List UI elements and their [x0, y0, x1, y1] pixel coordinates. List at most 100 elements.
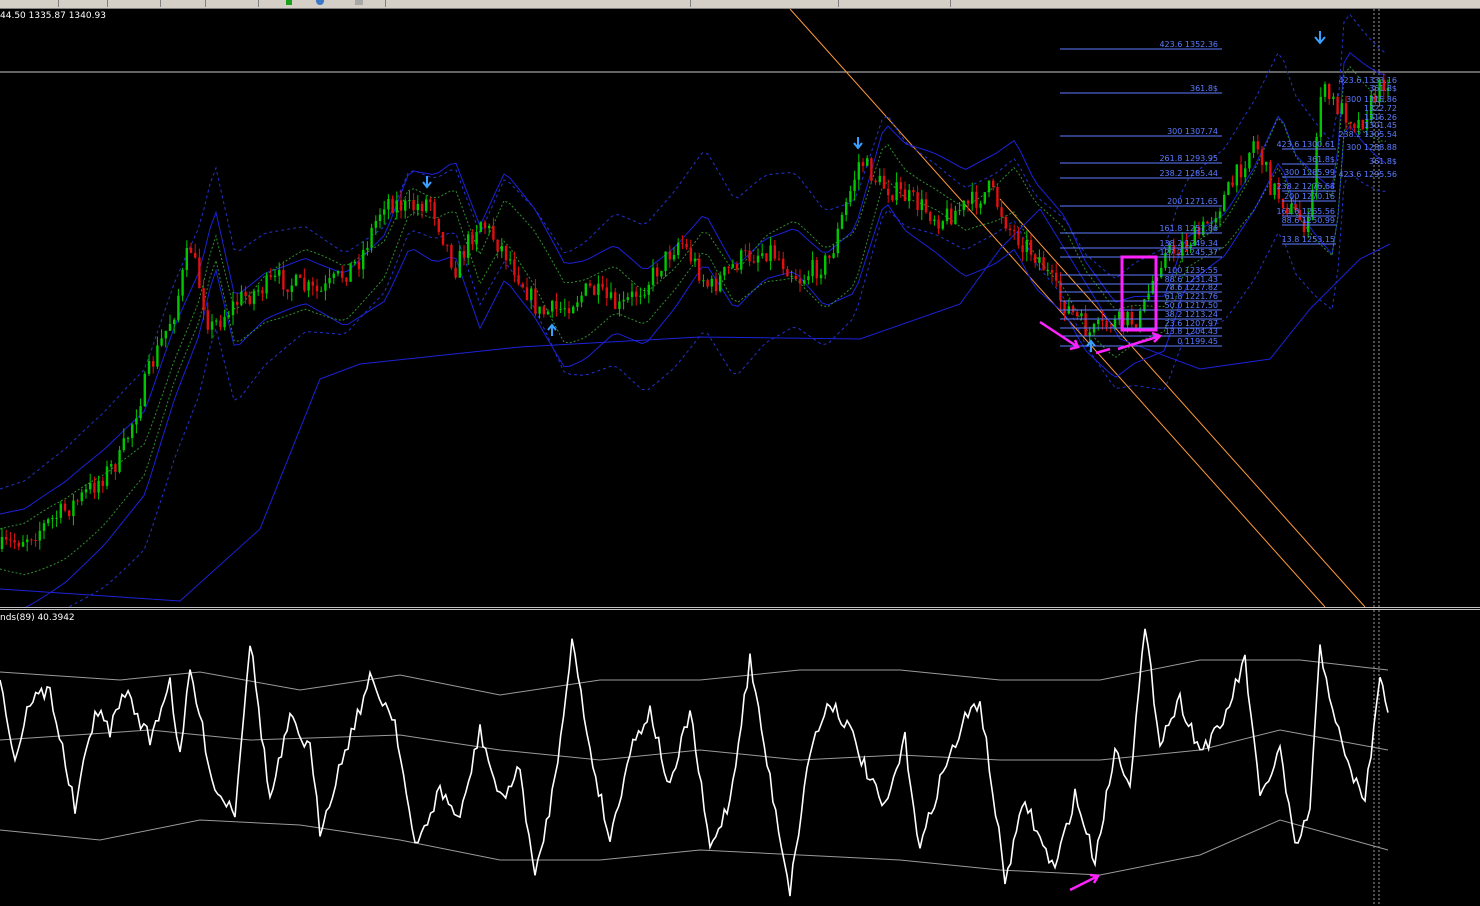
- candle-body: [1353, 123, 1356, 129]
- candle-body: [916, 192, 919, 211]
- candle-body: [521, 283, 524, 288]
- candle-body: [143, 373, 146, 407]
- candle-body: [1349, 122, 1352, 124]
- candle-body: [479, 222, 482, 232]
- candle-body: [1223, 194, 1226, 212]
- sell-arrow-icon[interactable]: [422, 176, 432, 189]
- fibonacci-levels-right[interactable]: 423.6 1300.61 361.8$ 300 1285.99 238.2 1…: [1276, 140, 1335, 244]
- price-chart-canvas[interactable]: 423.6 1352.36 361.8$ 300 1307.74 261.8 1…: [0, 9, 1480, 607]
- candle-body: [1055, 272, 1058, 281]
- candle-body: [215, 320, 218, 322]
- candle-body: [152, 361, 155, 367]
- candle-body: [147, 361, 151, 374]
- candle-body: [286, 289, 289, 292]
- sell-arrow-icon[interactable]: [853, 137, 863, 150]
- indicator-pane[interactable]: nds(89) 40.3942: [0, 610, 1480, 906]
- fibo-label: 138.2 1249.34: [1159, 239, 1218, 248]
- oscillator-band: [0, 659, 1389, 696]
- candle-body: [131, 424, 134, 438]
- candle-body: [1260, 149, 1264, 165]
- candle-body: [765, 253, 768, 262]
- sell-arrow-icon[interactable]: [1314, 31, 1326, 45]
- candle-body: [933, 219, 936, 222]
- fibo-label: 100 1235.55: [1167, 266, 1218, 275]
- candle-body: [341, 271, 344, 278]
- candle-body: [509, 259, 512, 261]
- toolbar-globe-icon[interactable]: [316, 0, 324, 5]
- candle-body: [194, 252, 197, 258]
- candle-body: [269, 275, 272, 278]
- candle-body: [1323, 84, 1327, 97]
- candle-body: [832, 253, 835, 258]
- candle-body: [160, 338, 163, 346]
- candle-body: [189, 248, 193, 253]
- candle-body: [878, 175, 881, 183]
- indicator-canvas[interactable]: [0, 610, 1480, 906]
- toolbar-separator: [107, 0, 108, 7]
- candle-body: [1340, 103, 1343, 115]
- candle-body: [971, 191, 974, 204]
- candle-body: [1227, 182, 1230, 195]
- candle-body: [80, 492, 83, 502]
- candle-body: [891, 195, 894, 201]
- fibonacci-levels-far-right[interactable]: 423.6 1333.16 361.8$ 300 1315.86 238.2 1…: [1338, 76, 1397, 179]
- candle-body: [450, 244, 453, 268]
- candle-body: [173, 319, 176, 325]
- candle-body: [51, 518, 54, 520]
- candle-body: [1130, 311, 1133, 325]
- candle-body: [97, 480, 100, 493]
- candle-body: [34, 540, 37, 542]
- candle-body: [9, 539, 12, 541]
- candle-body: [815, 260, 818, 279]
- candle-body: [681, 242, 684, 244]
- candle-body: [756, 255, 760, 263]
- candle-body: [299, 274, 302, 278]
- candle-body: [1038, 257, 1041, 263]
- fibo-label: 1301.45: [1364, 121, 1397, 130]
- candle-body: [118, 450, 121, 472]
- toolbar-print-icon[interactable]: [355, 0, 363, 5]
- candle-body: [1231, 182, 1234, 186]
- candle-body: [895, 182, 898, 201]
- candle-body: [660, 271, 663, 277]
- long-band-lower: [0, 208, 1041, 602]
- candle-body: [257, 290, 260, 292]
- toolbar-green-icon[interactable]: [286, 0, 292, 5]
- fibo-label: 0 1199.45: [1177, 337, 1218, 346]
- fibonacci-levels-left[interactable]: 423.6 1352.36 361.8$ 300 1307.74 261.8 1…: [1159, 40, 1218, 346]
- candle-body: [1239, 164, 1243, 178]
- candle-body: [59, 503, 62, 518]
- candle-body: [1080, 313, 1083, 317]
- buy-arrow-icon[interactable]: [547, 323, 557, 336]
- candle-body: [836, 228, 839, 254]
- candle-body: [181, 269, 184, 296]
- candle-body: [601, 283, 604, 288]
- candle-body: [992, 180, 995, 188]
- candle-body: [441, 231, 445, 245]
- candle-body: [168, 324, 172, 331]
- candle-body: [76, 500, 79, 502]
- candle-body: [1344, 103, 1348, 123]
- candle-body: [567, 308, 571, 314]
- candle-body: [311, 281, 314, 286]
- candle-body: [17, 542, 20, 547]
- candle-body: [26, 539, 29, 543]
- oscillator-line: [0, 628, 1389, 897]
- candle-body: [21, 542, 25, 547]
- candle-body: [206, 310, 209, 330]
- candle-body: [248, 296, 251, 304]
- candle-body: [223, 317, 226, 328]
- fibo-label: 161.8 1265.56: [1276, 207, 1335, 216]
- candle-body: [5, 537, 8, 540]
- candle-body: [752, 261, 755, 263]
- candle-body: [929, 212, 932, 222]
- candle-body: [38, 530, 41, 541]
- price-chart-pane[interactable]: 423.6 1352.36 361.8$ 300 1307.74 261.8 1…: [0, 9, 1480, 607]
- annotation-arrow-icon[interactable]: [1095, 347, 1111, 355]
- annotation-arrow-icon[interactable]: [1069, 873, 1101, 892]
- candle-body: [912, 190, 915, 193]
- candle-body: [374, 220, 377, 228]
- candle-body: [399, 200, 403, 211]
- candle-body: [488, 225, 491, 229]
- candle-body: [790, 275, 793, 277]
